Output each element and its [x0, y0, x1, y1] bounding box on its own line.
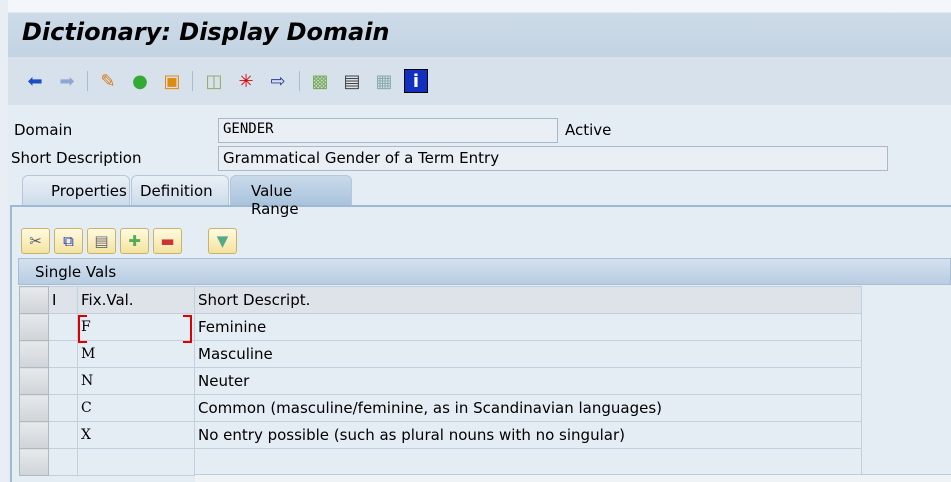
navigation-window-icon[interactable]: ▤ — [340, 69, 364, 93]
paste-icon[interactable]: ▤ — [87, 228, 116, 254]
back-icon[interactable]: ⬅ — [23, 69, 47, 93]
object-list-icon[interactable]: ▩ — [308, 69, 332, 93]
desc-cell[interactable]: Common (masculine/feminine, as in Scandi… — [194, 394, 862, 422]
activate-icon[interactable]: ✳ — [234, 69, 258, 93]
desc-cell[interactable]: Feminine — [194, 313, 862, 341]
desc-cell[interactable]: Neuter — [194, 367, 862, 395]
domain-field[interactable]: GENDER — [218, 118, 558, 143]
table-row: X No entry possible (such as plural noun… — [19, 421, 862, 449]
copy-icon[interactable]: ⧉ — [54, 228, 83, 254]
column-header-i[interactable]: I — [48, 286, 78, 314]
tab-value-range[interactable]: Value Range — [230, 175, 352, 218]
i-cell[interactable] — [48, 448, 78, 476]
table-row — [19, 448, 862, 476]
tab-properties[interactable]: Properties — [22, 175, 130, 205]
single-values-table: I Fix.Val. Short Descript. F Feminine M … — [19, 286, 862, 476]
table-row: F Feminine — [19, 313, 862, 344]
forward-icon[interactable]: ➡ — [55, 69, 79, 93]
i-cell[interactable] — [48, 394, 78, 422]
toolbar-separator — [299, 71, 300, 91]
row-selector[interactable] — [19, 313, 49, 341]
short-description-field[interactable]: Grammatical Gender of a Term Entry — [218, 146, 888, 171]
i-cell[interactable] — [48, 313, 78, 341]
status-text: Active — [565, 121, 612, 139]
toolbar-separator — [192, 71, 193, 91]
row-selector[interactable] — [19, 340, 49, 368]
row-selector[interactable] — [19, 421, 49, 449]
table-row: N Neuter — [19, 367, 862, 395]
short-description-label: Short Description — [11, 149, 142, 167]
select-all-cell[interactable] — [19, 286, 49, 314]
i-cell[interactable] — [48, 367, 78, 395]
domain-label: Domain — [14, 121, 73, 139]
fix-val-cell[interactable]: M — [77, 340, 195, 368]
desc-cell[interactable]: No entry possible (such as plural nouns … — [194, 421, 862, 449]
fix-val-cell[interactable] — [77, 448, 195, 476]
display-change-icon[interactable]: ✎ — [96, 69, 120, 93]
desc-cell[interactable] — [194, 448, 862, 476]
toolbar-separator — [87, 71, 88, 91]
check-icon[interactable]: ◫ — [202, 69, 226, 93]
cut-icon[interactable]: ✂ — [21, 228, 50, 254]
application-toolbar: ⬅ ➡ ✎ ● ▣ ◫ ✳ ⇨ ▩ ▤ ▦ i — [0, 57, 951, 105]
table-row: C Common (masculine/feminine, as in Scan… — [19, 394, 862, 422]
info-icon[interactable]: i — [404, 69, 428, 93]
where-used-icon[interactable]: ⇨ — [266, 69, 290, 93]
table-header-row: I Fix.Val. Short Descript. — [19, 286, 862, 314]
desc-cell[interactable]: Masculine — [194, 340, 862, 368]
tab-definition[interactable]: Definition — [131, 175, 229, 205]
fix-val-cell[interactable]: F — [77, 313, 195, 344]
display-object-list-icon[interactable]: ▦ — [372, 69, 396, 93]
row-selector[interactable] — [19, 448, 49, 476]
window-title: Dictionary: Display Domain — [22, 18, 390, 46]
row-selector[interactable] — [19, 367, 49, 395]
other-object-icon[interactable]: ▣ — [160, 69, 184, 93]
horizontal-scrollbar[interactable] — [195, 474, 951, 482]
grid-title: Single Vals — [18, 258, 951, 285]
fix-val-cell[interactable]: C — [77, 394, 195, 422]
table-row: M Masculine — [19, 340, 862, 368]
i-cell[interactable] — [48, 340, 78, 368]
column-header-short-descript[interactable]: Short Descript. — [194, 286, 862, 314]
fix-val-cell[interactable]: N — [77, 367, 195, 395]
delete-row-icon[interactable]: ▬ — [153, 228, 182, 254]
insert-row-icon[interactable]: ✚ — [120, 228, 149, 254]
row-selector[interactable] — [19, 394, 49, 422]
i-cell[interactable] — [48, 421, 78, 449]
filter-icon[interactable]: ▼ — [208, 228, 237, 254]
fix-val-cell[interactable]: X — [77, 421, 195, 449]
active-inactive-icon[interactable]: ● — [128, 69, 152, 93]
column-header-fix-val[interactable]: Fix.Val. — [77, 286, 195, 314]
